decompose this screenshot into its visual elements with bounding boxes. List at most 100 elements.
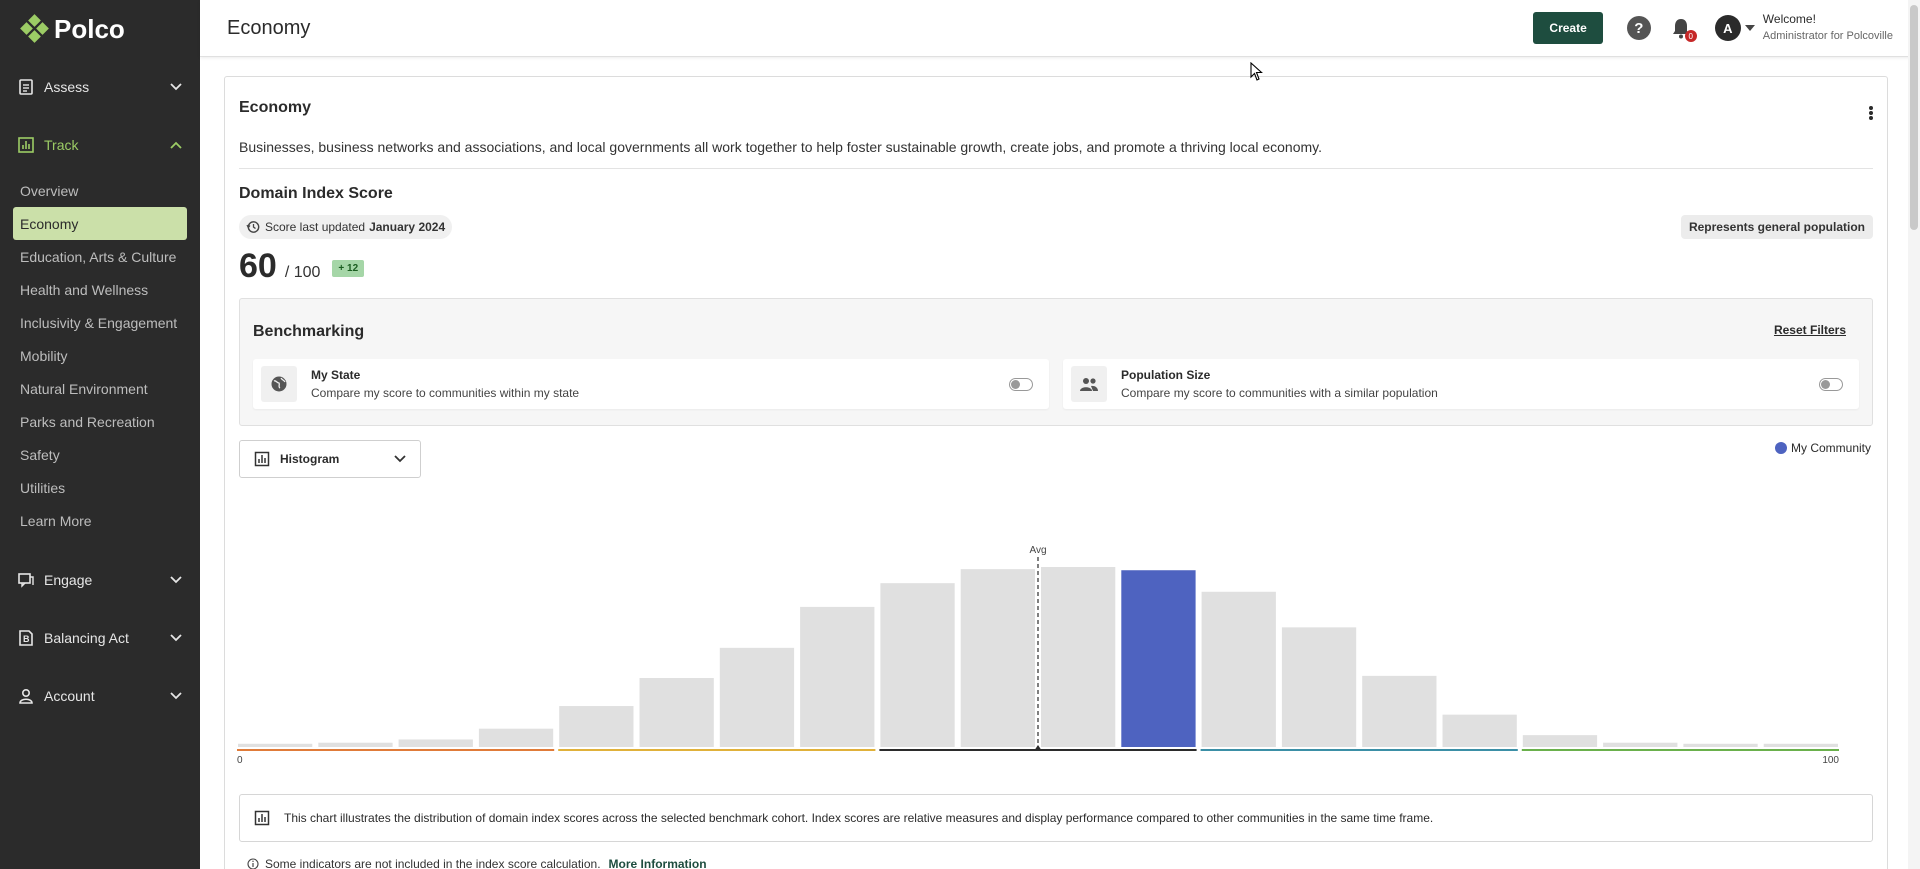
chevron-down-icon [168,688,184,704]
chevron-down-icon [168,630,184,646]
sidebar-item-safety[interactable]: Safety [13,438,187,471]
legend-label: My Community [1790,441,1871,455]
histogram-bar [719,647,795,747]
histogram-bar [800,606,875,747]
bar-chart-icon [254,451,270,467]
histogram-bar [478,728,554,747]
sidebar-group-label: Account [44,688,95,704]
welcome-text: Welcome! [1762,12,1816,26]
chevron-up-icon [168,137,184,153]
histogram-chart: Avg 0 100 [237,545,1839,766]
score-updated-badge: Score last updated January 2024 [239,215,453,239]
page-scrollbar[interactable] [1908,0,1920,869]
indicators-note-text: Some indicators are not included in the … [265,857,601,869]
score-updated-date: January 2024 [369,220,446,234]
sidebar-item-learn-more[interactable]: Learn More [13,504,187,537]
info-icon [247,858,259,869]
histogram-bar [1041,567,1116,747]
score-band [237,749,555,751]
filter-my-state[interactable]: My State Compare my score to communities… [253,359,1049,409]
histogram-bar [1362,675,1437,747]
chart-view-select[interactable]: Histogram [239,440,421,478]
sidebar-item-parks-recreation[interactable]: Parks and Recreation [13,405,187,438]
benchmarking-title: Benchmarking [253,323,365,340]
histogram-bar [559,706,634,747]
clipboard-icon [16,77,36,97]
track-sub-list: Overview Economy Education, Arts & Cultu… [0,174,200,537]
average-marker [1034,745,1042,751]
x-tick-label: 100 [1822,755,1839,766]
caret-down-icon[interactable] [1744,23,1755,33]
sidebar-group-account[interactable]: Account [0,667,200,725]
reset-filters-link[interactable]: Reset Filters [1774,323,1846,337]
score-meta-row: Score last updated January 2024 Represen… [239,215,1873,239]
card-title: Economy [239,99,312,116]
domain-card: Economy Businesses, business networks an… [224,76,1888,869]
filter-population-size[interactable]: Population Size Compare my score to comm… [1063,359,1859,409]
sidebar-group-engage[interactable]: Engage [0,551,200,609]
sidebar-item-natural-environment[interactable]: Natural Environment [13,372,187,405]
sidebar-group-label: Track [44,137,79,153]
sidebar-item-education-arts-culture[interactable]: Education, Arts & Culture [13,240,187,273]
balancing-act-icon: B [16,628,36,648]
histogram-bar [238,743,313,747]
score-band [1521,749,1839,751]
score-value: 60 [239,247,277,285]
histogram-bar [1683,743,1758,747]
more-options-icon[interactable] [1863,103,1879,123]
filter-subtitle: Compare my score to communities with a s… [1121,386,1438,400]
sidebar-item-inclusivity-engagement[interactable]: Inclusivity & Engagement [13,306,187,339]
sidebar-item-mobility[interactable]: Mobility [13,339,187,372]
scrollbar-thumb[interactable] [1910,5,1918,230]
sidebar-item-overview[interactable]: Overview [13,174,187,207]
filter-title: My State [311,368,361,382]
score-band [1200,749,1518,751]
bar-chart-icon [16,135,36,155]
sidebar-group-track[interactable]: Track [0,116,200,174]
chart-info-box: This chart illustrates the distribution … [239,794,1873,842]
sidebar-group-label: Balancing Act [44,630,129,646]
person-icon [16,686,36,706]
sidebar: Polco Assess Track Overview Economy Educ… [0,0,200,869]
domain-description: Businesses, business networks and associ… [239,139,1873,169]
sidebar-group-label: Assess [44,79,90,95]
histogram-bar [1442,714,1517,747]
population-badge: Represents general population [1680,215,1873,239]
brand-name: Polco [54,13,125,44]
avatar[interactable]: A [1714,15,1741,41]
create-button[interactable]: Create [1533,12,1603,44]
filter-title: Population Size [1121,368,1211,382]
svg-text:B: B [23,634,30,644]
histogram-bar [398,739,473,747]
histogram-bar [880,583,955,747]
chart-controls: Histogram My Community [239,440,1873,478]
histogram-bar-my-community [1121,570,1196,747]
sidebar-group-balancing-act[interactable]: B Balancing Act [0,609,200,667]
average-label: Avg [1029,545,1046,556]
more-information-link[interactable]: More Information [609,857,707,869]
benchmark-filters: My State Compare my score to communities… [253,359,1859,409]
chevron-down-icon [394,452,406,466]
sidebar-item-utilities[interactable]: Utilities [13,471,187,504]
welcome-block: Welcome! Administrator for Polcoville [1763,11,1893,45]
score-max: / 100 [284,264,321,281]
sidebar-item-economy[interactable]: Economy [13,207,187,240]
sidebar-item-health-wellness[interactable]: Health and Wellness [13,273,187,306]
main-content: Economy Create ? 0 A Welcome! Administra… [200,0,1920,869]
notification-badge: 0 [1684,30,1697,42]
globe-icon [261,366,297,402]
page-title: Economy [227,16,311,39]
polco-logo-icon [20,14,49,43]
histogram-bar [1603,742,1678,747]
polco-logo[interactable]: Polco [0,0,200,58]
population-size-toggle[interactable] [1819,377,1843,391]
histogram-bar [1201,591,1276,747]
help-icon[interactable]: ? [1626,16,1651,40]
my-state-toggle[interactable] [1009,377,1033,391]
x-tick-label: 0 [237,755,243,766]
notifications-button[interactable]: 0 [1669,16,1697,42]
sidebar-group-assess[interactable]: Assess [0,58,200,116]
people-icon [1071,366,1107,402]
app-root: Polco Assess Track Overview Economy Educ… [0,0,1920,869]
histogram-bar [1281,627,1357,747]
